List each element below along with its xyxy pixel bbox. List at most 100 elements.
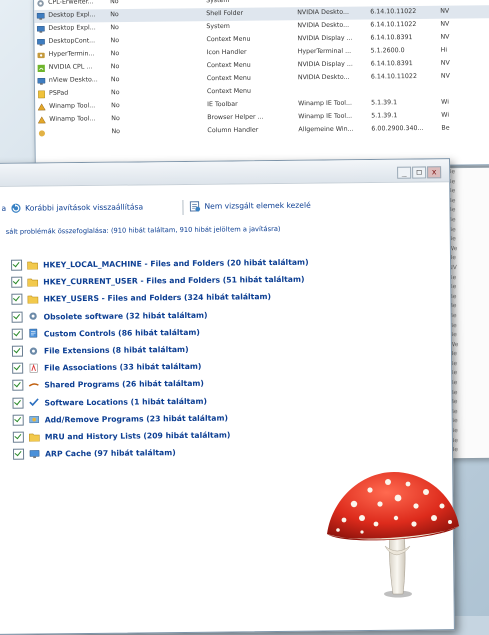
extension-type: Browser Helper ... (207, 113, 287, 121)
category-checkbox[interactable] (13, 432, 24, 443)
restore-previous-fixes-button[interactable]: a Korábbi javítások visszaállítása (1, 201, 143, 213)
extension-name: CPL-Erweiter... (48, 0, 104, 6)
mushroom-illustration (322, 460, 462, 605)
extension-version: 6.14.10.8391 (371, 60, 431, 68)
monitor-icon (37, 77, 46, 86)
company-cell: Be (445, 177, 489, 187)
problem-category-row[interactable]: MRU and History Lists (209 hibát találta… (13, 427, 231, 444)
category-label: Custom Controls (86 hibát találtam) (44, 328, 200, 339)
folder-icon (29, 432, 40, 442)
extension-version: 6.00.2900.340... (371, 125, 431, 133)
extension-description: NVIDIA Deskto... (297, 9, 367, 17)
category-checkbox[interactable] (12, 380, 23, 391)
category-checkbox[interactable] (11, 294, 22, 305)
extension-type: System (206, 22, 286, 30)
category-checkbox[interactable] (11, 260, 22, 271)
maximize-button[interactable]: □ (412, 166, 426, 178)
extension-version: 5.1.39.1 (371, 99, 431, 107)
title-bar[interactable]: _ □ x (0, 159, 449, 187)
extension-name: nView Deskto... (49, 76, 105, 84)
extension-name: DesktopCont... (48, 37, 104, 45)
category-checkbox[interactable] (12, 311, 23, 322)
extension-name: Winamp Tool... (49, 115, 105, 123)
extension-description: NVIDIA Deskto... (298, 73, 368, 81)
company-cell: Be (445, 187, 489, 197)
company-cell: Be (446, 302, 489, 312)
extension-description: HyperTerminal ... (298, 47, 368, 55)
category-label: ARP Cache (97 hibát találtam) (45, 448, 176, 458)
extension-disabled: No (111, 50, 151, 57)
category-checkbox[interactable] (13, 414, 24, 425)
extension-disabled: No (111, 76, 151, 83)
extension-type: Context Menu (206, 35, 286, 43)
problem-category-row[interactable]: HKEY_CURRENT_USER - Files and Folders (5… (11, 272, 304, 290)
monitor-icon (36, 12, 45, 21)
extension-disabled: No (110, 24, 150, 31)
category-checkbox[interactable] (13, 449, 24, 460)
company-cell: Be (447, 417, 489, 427)
restore-previous-fixes-label: Korábbi javítások visszaállítása (25, 202, 143, 212)
extension-description (298, 86, 368, 87)
folder-icon (27, 260, 38, 270)
extension-company: NV (440, 7, 470, 14)
company-cell: Be (445, 254, 489, 264)
extension-description: NVIDIA Display ... (298, 60, 368, 68)
company-cell: Be (447, 436, 489, 446)
problem-category-row[interactable]: Shared Programs (26 hibát találtam) (12, 376, 204, 393)
link-icon (28, 380, 39, 390)
ignore-list-button[interactable]: Nem vizsgált elemek kezelé (189, 200, 310, 212)
category-label: Obsolete software (32 hibát találtam) (44, 310, 208, 321)
category-checkbox[interactable] (12, 397, 23, 408)
toolbar-fragment: a (1, 204, 6, 213)
problem-category-row[interactable]: HKEY_LOCAL_MACHINE - Files and Folders (… (11, 255, 309, 273)
company-cell: Be (445, 206, 489, 216)
company-cell: Be (446, 360, 489, 370)
problem-category-row[interactable]: File Associations (33 hibát találtam) (12, 359, 201, 376)
gear-icon (28, 312, 39, 322)
ignore-list-label: Nem vizsgált elemek kezelé (204, 201, 310, 211)
problem-category-row[interactable]: Software Locations (1 hibát találtam) (12, 393, 207, 410)
company-cell: NV (445, 264, 489, 274)
extension-version: 5.1.2600.0 (371, 47, 431, 55)
extension-type: Context Menu (207, 61, 287, 69)
extension-company: NV (440, 20, 470, 27)
company-cell: Be (445, 216, 489, 226)
nvidia-icon (37, 64, 46, 73)
folder-icon (27, 294, 38, 304)
monitor-icon (29, 449, 40, 459)
extension-company: Wi (441, 98, 471, 105)
problem-category-row[interactable]: ARP Cache (97 hibát találtam) (13, 445, 176, 462)
winamp-icon (37, 103, 46, 112)
extension-type: Icon Handler (207, 48, 287, 56)
problem-category-row[interactable]: Custom Controls (86 hibát találtam) (12, 325, 200, 342)
category-label: Add/Remove Programs (23 hibát találtam) (45, 413, 228, 424)
minimize-button[interactable]: _ (397, 167, 411, 179)
problem-category-row[interactable]: Obsolete software (32 hibát találtam) (12, 307, 208, 324)
company-cell: We (445, 244, 489, 254)
company-cell: We (446, 340, 489, 350)
extension-disabled: No (110, 11, 150, 18)
pad-icon (37, 90, 46, 99)
problem-category-row[interactable]: Add/Remove Programs (23 hibát találtam) (13, 410, 228, 427)
company-cell: Be (446, 312, 489, 322)
close-button[interactable]: x (427, 166, 441, 178)
category-label: Shared Programs (26 hibát találtam) (44, 379, 204, 390)
extension-description: Winamp IE Tool... (298, 112, 368, 120)
extension-version: 6.14.10.8391 (370, 34, 430, 42)
window-controls: _ □ x (397, 166, 441, 178)
extension-disabled: No (111, 128, 151, 135)
category-checkbox[interactable] (12, 363, 23, 374)
category-checkbox[interactable] (11, 277, 22, 288)
toolbar: a Korábbi javítások visszaállítása Nem v… (0, 192, 450, 223)
extension-company: Be (441, 124, 471, 131)
extension-version: 6.14.10.11022 (370, 8, 430, 16)
company-cell: Be (447, 408, 489, 418)
gear-icon (36, 0, 45, 8)
category-checkbox[interactable] (12, 346, 23, 357)
problem-category-row[interactable]: File Extensions (8 hibát találtam) (12, 342, 189, 359)
extension-disabled: No (111, 102, 151, 109)
extension-version: 6.14.10.11022 (370, 21, 430, 29)
extension-type: Column Handler (207, 126, 287, 134)
category-checkbox[interactable] (12, 328, 23, 339)
problem-category-row[interactable]: HKEY_USERS - Files and Folders (324 hibá… (11, 289, 271, 307)
